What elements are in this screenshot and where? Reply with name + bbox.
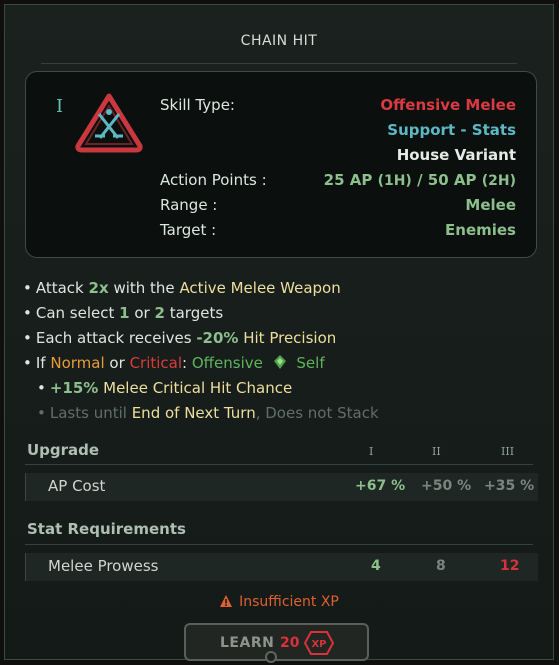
upgrade-heading: Upgrade xyxy=(27,441,100,459)
target-row: Target : Enemies xyxy=(160,221,516,243)
warning-icon xyxy=(220,595,233,607)
range-value: Melee xyxy=(465,196,516,214)
effect-lasts-pre: Lasts until xyxy=(49,404,127,422)
effect-attack-count: 2x xyxy=(88,279,109,297)
skill-tooltip-panel: CHAIN HIT I Skill Type: Offensive Melee … xyxy=(4,4,554,661)
ap-cost-tier-3: +35 % xyxy=(484,478,535,494)
effect-if-colon: : xyxy=(182,354,188,372)
range-label: Range : xyxy=(160,196,218,214)
title-divider xyxy=(41,63,517,64)
upgrade-tier-1: I xyxy=(369,445,374,458)
action-points-row: Action Points : 25 AP (1H) / 50 AP (2H) xyxy=(160,171,516,193)
effect-if-or: or xyxy=(109,354,125,372)
melee-prowess-tier-2: 8 xyxy=(436,558,446,574)
xp-icon: XP xyxy=(304,631,334,655)
ap-cost-row: AP Cost +67 % +50 % +35 % xyxy=(25,473,538,501)
effect-each-pre: Each attack receives xyxy=(35,329,192,347)
warning-text: Insufficient XP xyxy=(239,594,339,610)
skill-title: CHAIN HIT xyxy=(240,33,318,49)
melee-prowess-label: Melee Prowess xyxy=(48,557,159,575)
effect-crit-val: +15% xyxy=(49,379,99,397)
effect-select-a: 1 xyxy=(119,304,130,322)
effect-select-pre: Can select xyxy=(35,304,115,322)
effect-each-post: Hit Precision xyxy=(243,329,337,347)
effect-if-critical: Critical xyxy=(129,354,183,372)
upgrade-tier-2: II xyxy=(432,445,441,458)
effects-list: • Attack 2x with the Active Melee Weapon … xyxy=(23,276,379,426)
effect-attack: • Attack 2x with the Active Melee Weapon xyxy=(23,279,341,297)
crossed-swords-triangle-icon xyxy=(75,93,143,153)
warning-message: Insufficient XP xyxy=(5,594,553,610)
effect-each: • Each attack receives -20% Hit Precision xyxy=(23,329,337,347)
effect-if-pre: If xyxy=(35,354,46,372)
effect-attack-pre: Attack xyxy=(35,279,84,297)
skill-type-row: Skill Type: Offensive Melee xyxy=(160,96,516,118)
effect-if-normal: Normal xyxy=(50,354,105,372)
effect-select: • Can select 1 or 2 targets xyxy=(23,304,224,322)
skill-type-label: Skill Type: xyxy=(160,96,235,114)
effect-each-val: -20% xyxy=(196,329,239,347)
skill-category-value: Support - Stats xyxy=(387,121,516,139)
panel-anchor-knob xyxy=(265,651,277,663)
target-label: Target : xyxy=(160,221,217,239)
ap-cost-label: AP Cost xyxy=(48,477,106,495)
skill-tier-numeral: I xyxy=(56,96,64,117)
effect-if-self: Self xyxy=(296,354,325,372)
ap-2h-tag: (2H) xyxy=(481,173,516,189)
effect-crit: • +15% Melee Critical Hit Chance xyxy=(37,379,293,397)
effect-if: • If Normal or Critical: Offensive Self xyxy=(23,354,325,372)
action-points-label: Action Points : xyxy=(160,171,267,189)
effect-if-offensive: Offensive xyxy=(191,354,263,372)
effect-select-post: targets xyxy=(169,304,224,322)
skill-info-card: I Skill Type: Offensive Melee Support - … xyxy=(25,71,537,258)
learn-cost: 20 xyxy=(280,635,300,651)
ap-separator: / xyxy=(417,171,423,189)
requirements-divider xyxy=(25,544,533,545)
self-buff-icon xyxy=(273,355,286,369)
ap-cost-tier-1: +67 % xyxy=(355,478,406,494)
effect-lasts-post: , Does not Stack xyxy=(255,404,379,422)
effect-lasts-until: End of Next Turn xyxy=(131,404,256,422)
skill-variant-value: House Variant xyxy=(396,146,516,164)
melee-prowess-tier-1: 4 xyxy=(371,558,381,574)
effect-lasts: • Lasts until End of Next Turn, Does not … xyxy=(37,404,379,422)
effect-attack-mid: with the xyxy=(113,279,175,297)
ap-2h: 50 AP xyxy=(427,171,477,189)
skill-type-value: Offensive Melee xyxy=(380,96,516,114)
effect-select-b: 2 xyxy=(154,304,165,322)
ap-1h: 25 AP xyxy=(323,171,373,189)
xp-unit-text: XP xyxy=(311,639,326,650)
effect-select-or: or xyxy=(134,304,150,322)
melee-prowess-tier-3: 12 xyxy=(500,558,520,574)
melee-prowess-row: Melee Prowess 4 8 12 xyxy=(25,553,538,581)
upgrade-divider xyxy=(25,464,533,465)
range-row: Range : Melee xyxy=(160,196,516,218)
effect-attack-weapon: Active Melee Weapon xyxy=(179,279,341,297)
skill-category-row: Support - Stats xyxy=(160,121,516,143)
effect-crit-post: Melee Critical Hit Chance xyxy=(103,379,293,397)
stat-requirements-heading: Stat Requirements xyxy=(27,520,186,538)
skill-variant-row: House Variant xyxy=(160,146,516,168)
ap-cost-tier-2: +50 % xyxy=(421,478,472,494)
action-points-value: 25 AP (1H) / 50 AP (2H) xyxy=(324,171,516,189)
ap-1h-tag: (1H) xyxy=(377,173,412,189)
upgrade-tier-3: III xyxy=(501,445,515,458)
learn-label: LEARN xyxy=(220,635,275,651)
target-value: Enemies xyxy=(445,221,516,239)
